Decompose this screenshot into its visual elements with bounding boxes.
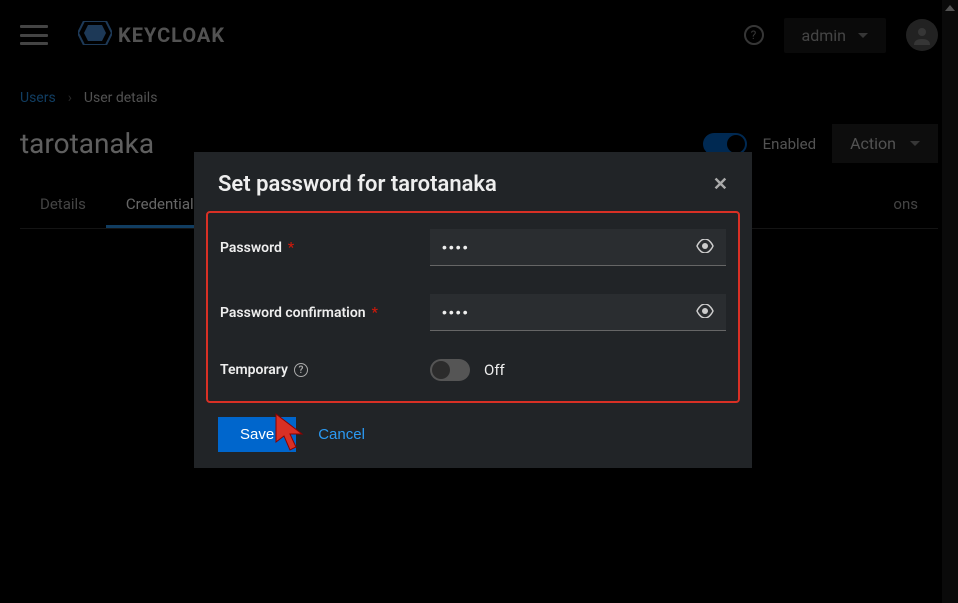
- cancel-button[interactable]: Cancel: [318, 426, 365, 443]
- password-input[interactable]: [430, 229, 684, 265]
- modal-title: Set password for tarotanaka: [218, 172, 497, 197]
- eye-icon[interactable]: [684, 303, 726, 322]
- password-label: Password *: [220, 240, 430, 256]
- password-confirm-input[interactable]: [430, 294, 684, 330]
- temporary-toggle[interactable]: [430, 359, 470, 381]
- cursor-pointer-icon: [272, 412, 312, 460]
- temporary-state: Off: [484, 361, 505, 379]
- eye-icon[interactable]: [684, 238, 726, 257]
- password-confirm-label: Password confirmation *: [220, 305, 430, 321]
- close-icon[interactable]: ✕: [713, 174, 728, 195]
- temporary-label: Temporary ?: [220, 362, 430, 378]
- help-icon[interactable]: ?: [294, 363, 308, 377]
- required-indicator: *: [288, 240, 294, 256]
- required-indicator: *: [372, 305, 378, 321]
